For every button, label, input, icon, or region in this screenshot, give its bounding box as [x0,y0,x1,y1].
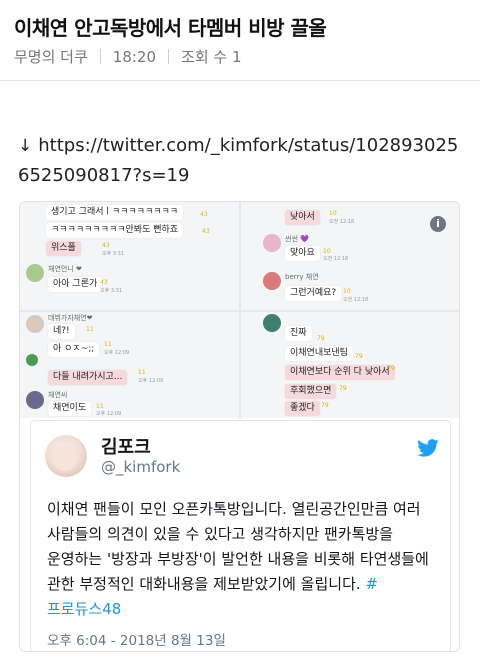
post-time: 18:20 [112,47,157,66]
header-divider [0,80,480,81]
message-time: 오전 12:18 [343,297,369,303]
chat-message: ㅋㅋㅋㅋㅋㅋㅋㅋㅋ안봐도 뻔하죠 [46,223,184,238]
chat-sender: 데뷔가자채연❤ [48,314,93,322]
chat-message-highlighted: 낮아서 [285,210,320,225]
chat-screenshot-image[interactable]: i 생기고 그래서ㅣㅋㅋㅋㅋㅋㅋㅋㅋ 43 ㅋㅋㅋㅋㅋㅋㅋㅋㅋ안봐도 뻔하죠 4… [20,202,459,418]
chat-message: 그런거예요? [285,286,342,301]
chat-avatar [263,272,281,290]
meta-divider [168,49,170,64]
message-time: 오전 12:18 [323,256,349,262]
author-name[interactable]: 무명의 더쿠 [14,46,88,67]
chat-message: 진짜 [285,326,312,341]
message-time: 오후 12:09 [104,350,130,356]
message-time: 오후 12:09 [138,378,164,384]
chat-message-highlighted: 위스플 [46,241,81,256]
read-count: 79 [387,365,395,372]
chat-sender: 채연씨 [48,391,68,399]
read-count: 10 [343,288,351,295]
read-count: 11 [138,369,146,376]
read-count: 43 [100,279,108,286]
chat-column-left: 생기고 그래서ㅣㅋㅋㅋㅋㅋㅋㅋㅋ 43 ㅋㅋㅋㅋㅋㅋㅋㅋㅋ안봐도 뻔하죠 43 … [20,202,239,418]
chat-sender: 썬썬 💜 [285,235,309,243]
message-time: 오후 3:31 [100,288,123,294]
tweet-link[interactable]: ↓ https://twitter.com/_kimfork/status/102… [18,131,468,190]
chat-avatar [26,315,44,333]
chat-message-highlighted: 후회했으면 [285,384,337,399]
read-count: 11 [104,341,112,348]
avatar[interactable] [45,435,87,477]
clover-icon [26,354,38,366]
chat-message: 아아 그론가 [48,277,103,292]
message-time: 오전 12:18 [329,219,355,225]
read-count: 43 [200,211,208,218]
tweet-text: 이채연 팬들이 모인 오픈카톡방입니다. 열린공간인만큼 여러 사람들의 의견이… [47,497,447,622]
chat-message: 이채연내보낸팀 [285,346,353,361]
chat-message-highlighted: 이채연보다 순위 다 낮아서 [285,365,395,380]
read-count: 79 [339,385,347,392]
chat-avatar [263,314,281,332]
tweet-author-name[interactable]: 김포크 [101,433,151,459]
read-count: 11 [96,403,104,410]
chat-message-highlighted: 좋겠다 [285,401,320,416]
chat-message: 맞아요 [285,246,320,261]
chat-sender: berry 채연 [285,273,319,281]
down-arrow-icon: ↓ [18,136,33,156]
tweet-url[interactable]: https://twitter.com/_kimfork/status/1028… [18,135,458,186]
chat-avatar [263,234,281,252]
message-time: 오후 12:09 [96,411,122,417]
meta-divider [99,49,101,64]
twitter-bird-icon[interactable] [417,439,439,457]
chat-message: 채연이도 [48,401,92,416]
read-count: 11 [86,326,94,333]
read-count: 10 [329,210,337,217]
tweet-author-handle[interactable]: @_kimfork [101,458,180,476]
view-count: 조회 수 1 [181,48,242,66]
chat-message: 아 ㅇㅈ~;; [48,342,100,357]
chat-message: 생기고 그래서ㅣㅋㅋㅋㅋㅋㅋㅋㅋ [46,205,184,220]
post-meta: 무명의 더쿠 18:20 조회 수 1 [14,46,242,67]
read-count: 10 [323,248,331,255]
read-count: 79 [321,402,329,409]
chat-message-highlighted: 다들 내려가시고... [48,370,128,385]
chat-message: 네?! [48,324,75,339]
chat-column-right: 낮아서 10 오전 12:18 썬썬 💜 맞아요 10 오전 12:18 ber… [241,202,459,418]
avatar-face [53,445,77,471]
read-count: 79 [317,335,325,342]
chat-avatar [26,264,44,282]
read-count: 43 [102,242,110,249]
tweet-embed[interactable]: i 생기고 그래서ㅣㅋㅋㅋㅋㅋㅋㅋㅋ 43 ㅋㅋㅋㅋㅋㅋㅋㅋㅋ안봐도 뻔하죠 4… [19,201,460,652]
chat-avatar [26,391,44,409]
chat-sender: 채연언니 ❤ [48,265,82,273]
read-count: 79 [355,353,363,360]
post-title: 이채연 안고독방에서 타멤버 비방 끌올 [14,16,327,40]
read-count: 43 [202,228,210,235]
message-time: 오후 3:31 [102,251,125,257]
tweet-card[interactable]: 김포크 @_kimfork 이채연 팬들이 모인 오픈카톡방입니다. 열린공간인… [30,420,451,651]
tweet-timestamp[interactable]: 오후 6:04 - 2018년 8월 13일 [47,629,226,649]
